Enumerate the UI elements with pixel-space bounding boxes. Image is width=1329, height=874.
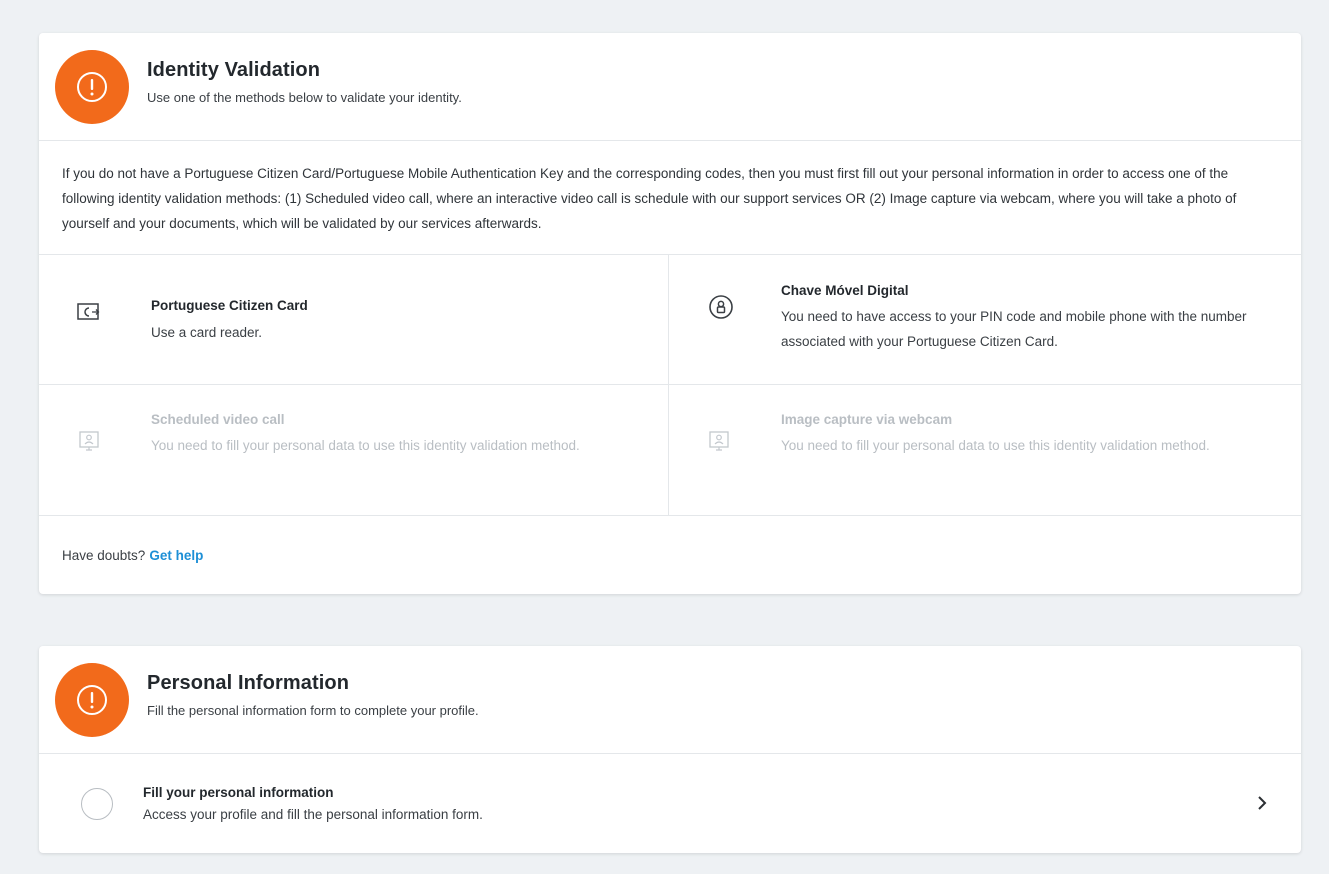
page-subtitle: Use one of the methods below to validate… — [147, 89, 462, 105]
method-citizen-card-desc: Use a card reader. — [151, 325, 263, 340]
identity-intro-text: If you do not have a Portuguese Citizen … — [39, 141, 1301, 255]
fill-personal-info-desc: Access your profile and fill the persona… — [143, 806, 483, 822]
fill-personal-info-title: Fill your personal information — [143, 784, 334, 800]
identity-validation-card: Identity Validation Use one of the metho… — [39, 33, 1301, 594]
page-title: Identity Validation — [147, 58, 321, 81]
personal-card-header: Personal Information Fill the personal i… — [39, 646, 1301, 754]
status-circle-icon — [81, 788, 113, 820]
identity-card-header: Identity Validation Use one of the metho… — [39, 33, 1301, 141]
method-image-capture-webcam: Image capture via webcam You need to fil… — [669, 385, 1301, 515]
help-row: Have doubts? Get help — [39, 516, 1301, 594]
method-chave-movel-digital-desc: You need to have access to your PIN code… — [781, 309, 1247, 349]
help-prefix: Have doubts? — [62, 547, 146, 563]
method-citizen-card[interactable]: Portuguese Citizen Card Use a card reade… — [39, 255, 669, 385]
method-scheduled-video-call-title: Scheduled video call — [151, 412, 285, 427]
warning-badge — [55, 662, 129, 737]
section-subtitle: Fill the personal information form to co… — [147, 702, 479, 718]
fill-personal-info-row[interactable]: Fill your personal information Access yo… — [39, 754, 1301, 852]
method-image-capture-webcam-desc: You need to fill your personal data to u… — [781, 438, 1210, 453]
method-image-capture-webcam-title: Image capture via webcam — [781, 412, 953, 427]
method-chave-movel-digital[interactable]: Chave Móvel Digital You need to have acc… — [669, 255, 1301, 385]
warning-badge — [55, 49, 129, 124]
video-call-icon — [79, 431, 99, 451]
validation-methods-grid: Portuguese Citizen Card Use a card reade… — [39, 255, 1301, 516]
method-chave-movel-digital-title: Chave Móvel Digital — [781, 283, 909, 298]
card-reader-icon — [77, 303, 100, 320]
exclamation-circle-icon — [77, 684, 107, 715]
personal-information-card: Personal Information Fill the personal i… — [39, 646, 1301, 853]
chevron-right-icon[interactable] — [1255, 794, 1269, 812]
exclamation-circle-icon — [77, 71, 107, 102]
get-help-link[interactable]: Get help — [149, 548, 203, 563]
mobile-key-icon — [709, 295, 733, 319]
method-scheduled-video-call-desc: You need to fill your personal data to u… — [151, 438, 580, 453]
section-title: Personal Information — [147, 671, 350, 694]
method-citizen-card-title: Portuguese Citizen Card — [151, 298, 308, 313]
webcam-icon — [709, 431, 729, 451]
method-scheduled-video-call: Scheduled video call You need to fill yo… — [39, 385, 669, 515]
